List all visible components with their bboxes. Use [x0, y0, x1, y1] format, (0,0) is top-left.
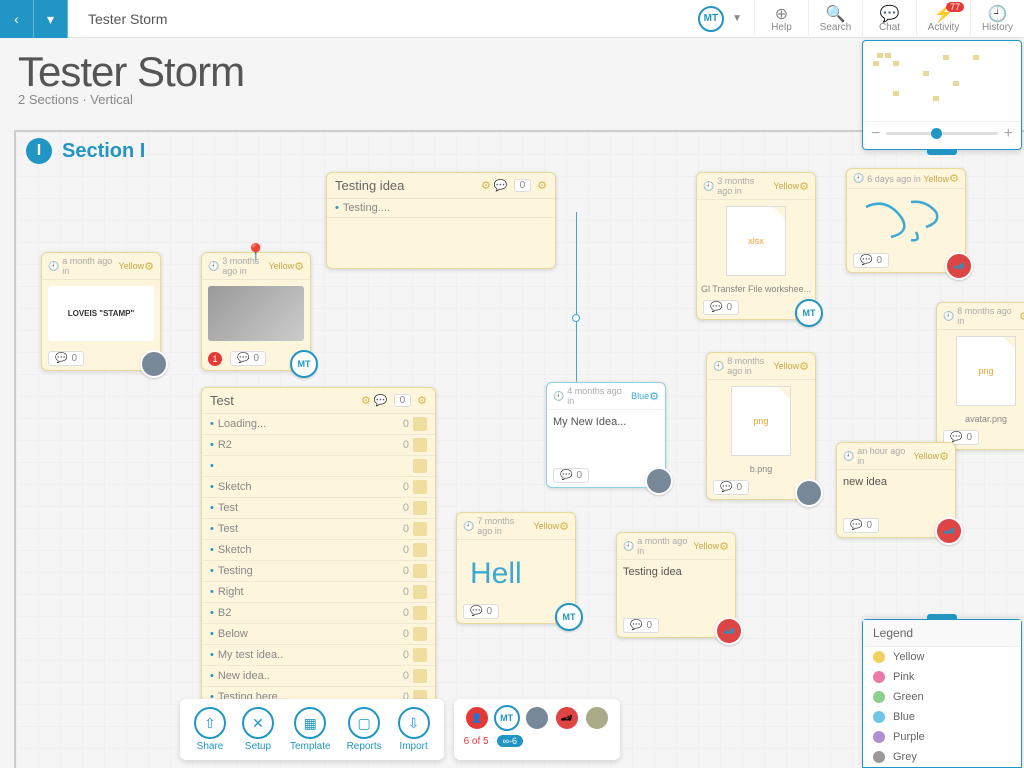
minimap-viewport[interactable]: [863, 41, 1021, 121]
list-item[interactable]: •Loading...0: [202, 414, 435, 435]
avatar[interactable]: [140, 350, 168, 378]
people-count: 6 of 5: [464, 736, 489, 747]
template-button[interactable]: ▦Template: [284, 705, 337, 754]
image-thumb: LOVEIS "STAMP": [48, 286, 154, 341]
list-item[interactable]: •My test idea..0: [202, 645, 435, 666]
zoom-in-icon[interactable]: +: [1004, 125, 1013, 143]
top-actions: MT ▼ ⊕Help🔍Search💬Chat⚡Activity77🕘Histor…: [698, 0, 1024, 37]
image-thumb: [208, 286, 304, 341]
list-item[interactable]: •B20: [202, 603, 435, 624]
card-sketch[interactable]: 🕘6 days ago in Yellow⚙ 💬0 🏎: [846, 168, 966, 273]
avatar[interactable]: 🏎: [945, 252, 973, 280]
card-png-b[interactable]: 🕘8 months ago in Yellow⚙ png b.png 💬0: [706, 352, 816, 500]
top-chat[interactable]: 💬Chat: [862, 0, 916, 38]
card-png-avatar[interactable]: 🕘8 months ago in⚙ png avatar.png 💬0: [936, 302, 1024, 450]
legend-item[interactable]: Purple: [863, 727, 1021, 747]
card-xlsx-file[interactable]: 🕘3 months ago in Yellow⚙ xlsx Gl Transfe…: [696, 172, 816, 320]
card-testing-idea-2[interactable]: 🕘a month ago in Yellow⚙ Testing idea 💬0 …: [616, 532, 736, 638]
svg-text:Hell: Hell: [470, 557, 522, 590]
minimap-handle[interactable]: [927, 149, 957, 155]
list-item[interactable]: •R20: [202, 435, 435, 456]
connector-node[interactable]: [572, 314, 580, 322]
minimap[interactable]: − +: [862, 40, 1022, 150]
legend-item[interactable]: Green: [863, 687, 1021, 707]
user-chip[interactable]: MT: [698, 6, 724, 32]
list-item[interactable]: •Right0: [202, 582, 435, 603]
legend-item[interactable]: Grey: [863, 747, 1021, 767]
people-icon[interactable]: 👤: [464, 705, 490, 731]
list-item[interactable]: •Test0: [202, 498, 435, 519]
card-guitar[interactable]: 📍 🕘3 months ago in Yellow⚙ 1💬0 MT: [201, 252, 311, 371]
avatar[interactable]: 🏎: [935, 517, 963, 545]
list-item[interactable]: •Sketch0: [202, 477, 435, 498]
file-thumb-png: png: [956, 336, 1016, 406]
page-title: Tester Storm: [18, 48, 1006, 96]
sketch-canvas: Hell: [457, 540, 575, 600]
legend-item[interactable]: Yellow: [863, 647, 1021, 667]
nav-buttons: ‹ ▾: [0, 0, 68, 37]
share-button[interactable]: ⇧Share: [188, 705, 232, 754]
top-help[interactable]: ⊕Help: [754, 0, 808, 38]
avatar[interactable]: [584, 705, 610, 731]
avatar[interactable]: [645, 467, 673, 495]
avatar[interactable]: MT: [795, 299, 823, 327]
legend-panel[interactable]: Legend YellowPinkGreenBluePurpleGrey: [862, 619, 1022, 768]
zoom-out-icon[interactable]: −: [871, 125, 880, 143]
avatar[interactable]: MT: [555, 603, 583, 631]
list-item[interactable]: •Testing0: [202, 561, 435, 582]
setup-button[interactable]: ✕Setup: [236, 705, 280, 754]
legend-title: Legend: [863, 620, 1021, 647]
card-icons[interactable]: ⚙ 💬 0 ⚙: [481, 179, 547, 192]
legend-item[interactable]: Pink: [863, 667, 1021, 687]
section-title: Section I: [62, 140, 145, 163]
gear-icon[interactable]: ⚙: [799, 180, 809, 193]
list-item[interactable]: •New idea..0: [202, 666, 435, 687]
top-history[interactable]: 🕘History: [970, 0, 1024, 38]
comment-button[interactable]: 💬0: [703, 300, 739, 315]
dropdown-button[interactable]: ▾: [34, 0, 68, 38]
avatar[interactable]: [524, 705, 550, 731]
people-badge[interactable]: ∞-6: [497, 735, 523, 747]
card-new-idea-blue[interactable]: 🕘4 months ago in Blue⚙ My New Idea... 💬0: [546, 382, 666, 488]
card-hello-sketch[interactable]: 🕘7 months ago in Yellow⚙ Hell 💬0 MT: [456, 512, 576, 624]
list-item[interactable]: •Test0: [202, 519, 435, 540]
avatar[interactable]: MT: [290, 350, 318, 378]
import-button[interactable]: ⇩Import: [392, 705, 436, 754]
section-badge: I: [26, 138, 52, 164]
list-item[interactable]: •Sketch0: [202, 540, 435, 561]
file-thumb-png: png: [731, 386, 791, 456]
pin-icon[interactable]: 📍: [245, 243, 267, 264]
list-item[interactable]: •Below0: [202, 624, 435, 645]
breadcrumb[interactable]: Tester Storm: [68, 11, 187, 27]
avatar[interactable]: [795, 479, 823, 507]
card-test-list[interactable]: Test⚙ 💬 0 ⚙ •Loading...0•R20••Sketch0•Te…: [201, 387, 436, 709]
card-title: Testing idea: [335, 178, 404, 193]
bottom-toolbar: ⇧Share✕Setup▦Template▢Reports⇩Import 👤 M…: [180, 699, 620, 760]
legend-handle[interactable]: [927, 614, 957, 620]
top-search[interactable]: 🔍Search: [808, 0, 862, 38]
slider-thumb[interactable]: [931, 128, 942, 139]
list-item[interactable]: •: [202, 456, 435, 477]
card-new-idea-yellow[interactable]: 🕘an hour ago in Yellow⚙ new idea 💬0 🏎: [836, 442, 956, 538]
zoom-slider[interactable]: − +: [863, 121, 1021, 145]
user-menu-caret[interactable]: ▼: [732, 13, 742, 24]
legend-item[interactable]: Blue: [863, 707, 1021, 727]
reports-button[interactable]: ▢Reports: [341, 705, 388, 754]
alert-badge[interactable]: 1: [208, 352, 222, 366]
top-activity[interactable]: ⚡Activity77: [916, 0, 970, 38]
card-testing-idea[interactable]: Testing idea⚙ 💬 0 ⚙ •Testing....: [326, 172, 556, 269]
avatar[interactable]: 🏎: [554, 705, 580, 731]
avatar[interactable]: 🏎: [715, 617, 743, 645]
back-button[interactable]: ‹: [0, 0, 34, 38]
people-group[interactable]: 👤 MT 🏎 6 of 5 ∞-6: [454, 699, 620, 760]
avatar[interactable]: MT: [494, 705, 520, 731]
connector-line: [576, 212, 577, 382]
card-stamp[interactable]: 🕘a month ago in Yellow⚙ LOVEIS "STAMP" 💬…: [41, 252, 161, 371]
file-thumb-xlsx: xlsx: [726, 206, 786, 276]
tool-group: ⇧Share✕Setup▦Template▢Reports⇩Import: [180, 699, 444, 760]
topbar: ‹ ▾ Tester Storm MT ▼ ⊕Help🔍Search💬Chat⚡…: [0, 0, 1024, 38]
sketch-canvas: [847, 189, 965, 249]
